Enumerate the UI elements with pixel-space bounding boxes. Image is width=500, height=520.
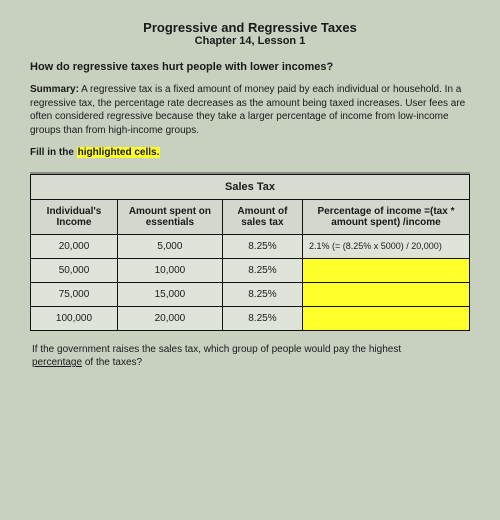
sales-tax-table: Sales Tax Individual's Income Amount spe… xyxy=(30,174,470,331)
cell-tax: 8.25% xyxy=(222,283,302,307)
cell-tax: 8.25% xyxy=(222,259,302,283)
cell-percentage-highlighted[interactable] xyxy=(302,259,469,283)
table-row: 100,000 20,000 8.25% xyxy=(31,307,470,331)
table-title: Sales Tax xyxy=(31,175,470,200)
fillin-prefix: Fill in the xyxy=(30,147,77,158)
cell-income: 20,000 xyxy=(31,235,118,259)
doc-title: Progressive and Regressive Taxes xyxy=(30,20,470,35)
cell-percentage-highlighted[interactable] xyxy=(302,283,469,307)
col-header-income: Individual's Income xyxy=(31,200,118,235)
cell-percentage: 2.1% (= (8.25% x 5000) / 20,000) xyxy=(302,235,469,259)
heading-question: How do regressive taxes hurt people with… xyxy=(30,61,470,73)
table-row: 20,000 5,000 8.25% 2.1% (= (8.25% x 5000… xyxy=(31,235,470,259)
footer-line1: If the government raises the sales tax, … xyxy=(32,344,401,355)
cell-percentage-highlighted[interactable] xyxy=(302,307,469,331)
cell-tax: 8.25% xyxy=(222,307,302,331)
summary-block: Summary: A regressive tax is a fixed amo… xyxy=(30,83,470,137)
col-header-percentage: Percentage of income =(tax * amount spen… xyxy=(302,200,469,235)
col-header-tax: Amount of sales tax xyxy=(222,200,302,235)
col-header-spent: Amount spent on essentials xyxy=(117,200,222,235)
cell-spent: 20,000 xyxy=(117,307,222,331)
footer-underlined: percentage xyxy=(32,357,82,368)
summary-text: A regressive tax is a fixed amount of mo… xyxy=(30,84,465,136)
doc-subtitle: Chapter 14, Lesson 1 xyxy=(30,35,470,47)
fillin-highlighted: highlighted cells. xyxy=(77,147,161,158)
footer-line2-suffix: of the taxes? xyxy=(82,357,142,368)
cell-income: 75,000 xyxy=(31,283,118,307)
cell-spent: 10,000 xyxy=(117,259,222,283)
cell-income: 50,000 xyxy=(31,259,118,283)
cell-spent: 5,000 xyxy=(117,235,222,259)
table-row: 75,000 15,000 8.25% xyxy=(31,283,470,307)
table-row: 50,000 10,000 8.25% xyxy=(31,259,470,283)
worksheet-page: Progressive and Regressive Taxes Chapter… xyxy=(30,20,470,369)
fill-in-instruction: Fill in the highlighted cells. xyxy=(30,147,470,158)
cell-income: 100,000 xyxy=(31,307,118,331)
cell-spent: 15,000 xyxy=(117,283,222,307)
footer-question: If the government raises the sales tax, … xyxy=(32,343,468,369)
summary-label: Summary: xyxy=(30,84,79,95)
cell-tax: 8.25% xyxy=(222,235,302,259)
